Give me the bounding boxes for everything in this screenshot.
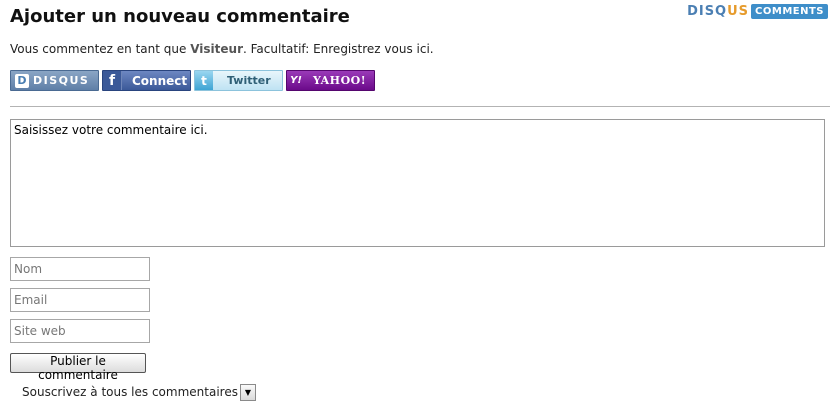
- page-title: Ajouter un nouveau commentaire: [10, 6, 350, 27]
- twitter-icon: t: [195, 71, 213, 90]
- yahoo-login-button[interactable]: Y! YAHOO!: [286, 70, 375, 91]
- facebook-icon: f: [103, 71, 122, 90]
- disqus-login-button[interactable]: D DISQUS: [10, 70, 99, 91]
- name-field[interactable]: [10, 257, 150, 281]
- facebook-connect-button[interactable]: f Connect: [102, 70, 191, 91]
- chevron-down-icon[interactable]: ▼: [239, 383, 256, 401]
- disqus-icon: D: [15, 73, 29, 88]
- register-link[interactable]: Enregistrez vous ici: [313, 42, 430, 56]
- subscribe-label: Souscrivez à tous les commentaires: [22, 385, 238, 399]
- yahoo-icon: Y!: [290, 75, 302, 86]
- login-status: Vous commentez en tant que Visiteur. Fac…: [10, 42, 434, 56]
- visitor-label: Visiteur: [190, 42, 243, 56]
- divider: [10, 106, 830, 107]
- post-comment-button[interactable]: Publier le commentaire: [10, 353, 146, 382]
- comment-textarea[interactable]: [10, 119, 825, 247]
- comments-badge: COMMENTS: [751, 3, 828, 19]
- website-field[interactable]: [10, 319, 150, 343]
- email-field[interactable]: [10, 288, 150, 312]
- login-buttons: D DISQUS f Connect t Twitter Y! YAHOO!: [10, 70, 375, 91]
- subscribe-dropdown[interactable]: Souscrivez à tous les commentaires ▼: [22, 382, 256, 402]
- disqus-comments-logo[interactable]: DISQUS COMMENTS: [687, 2, 828, 20]
- disqus-wordmark: DISQUS: [687, 3, 750, 19]
- twitter-login-button[interactable]: t Twitter: [194, 70, 283, 91]
